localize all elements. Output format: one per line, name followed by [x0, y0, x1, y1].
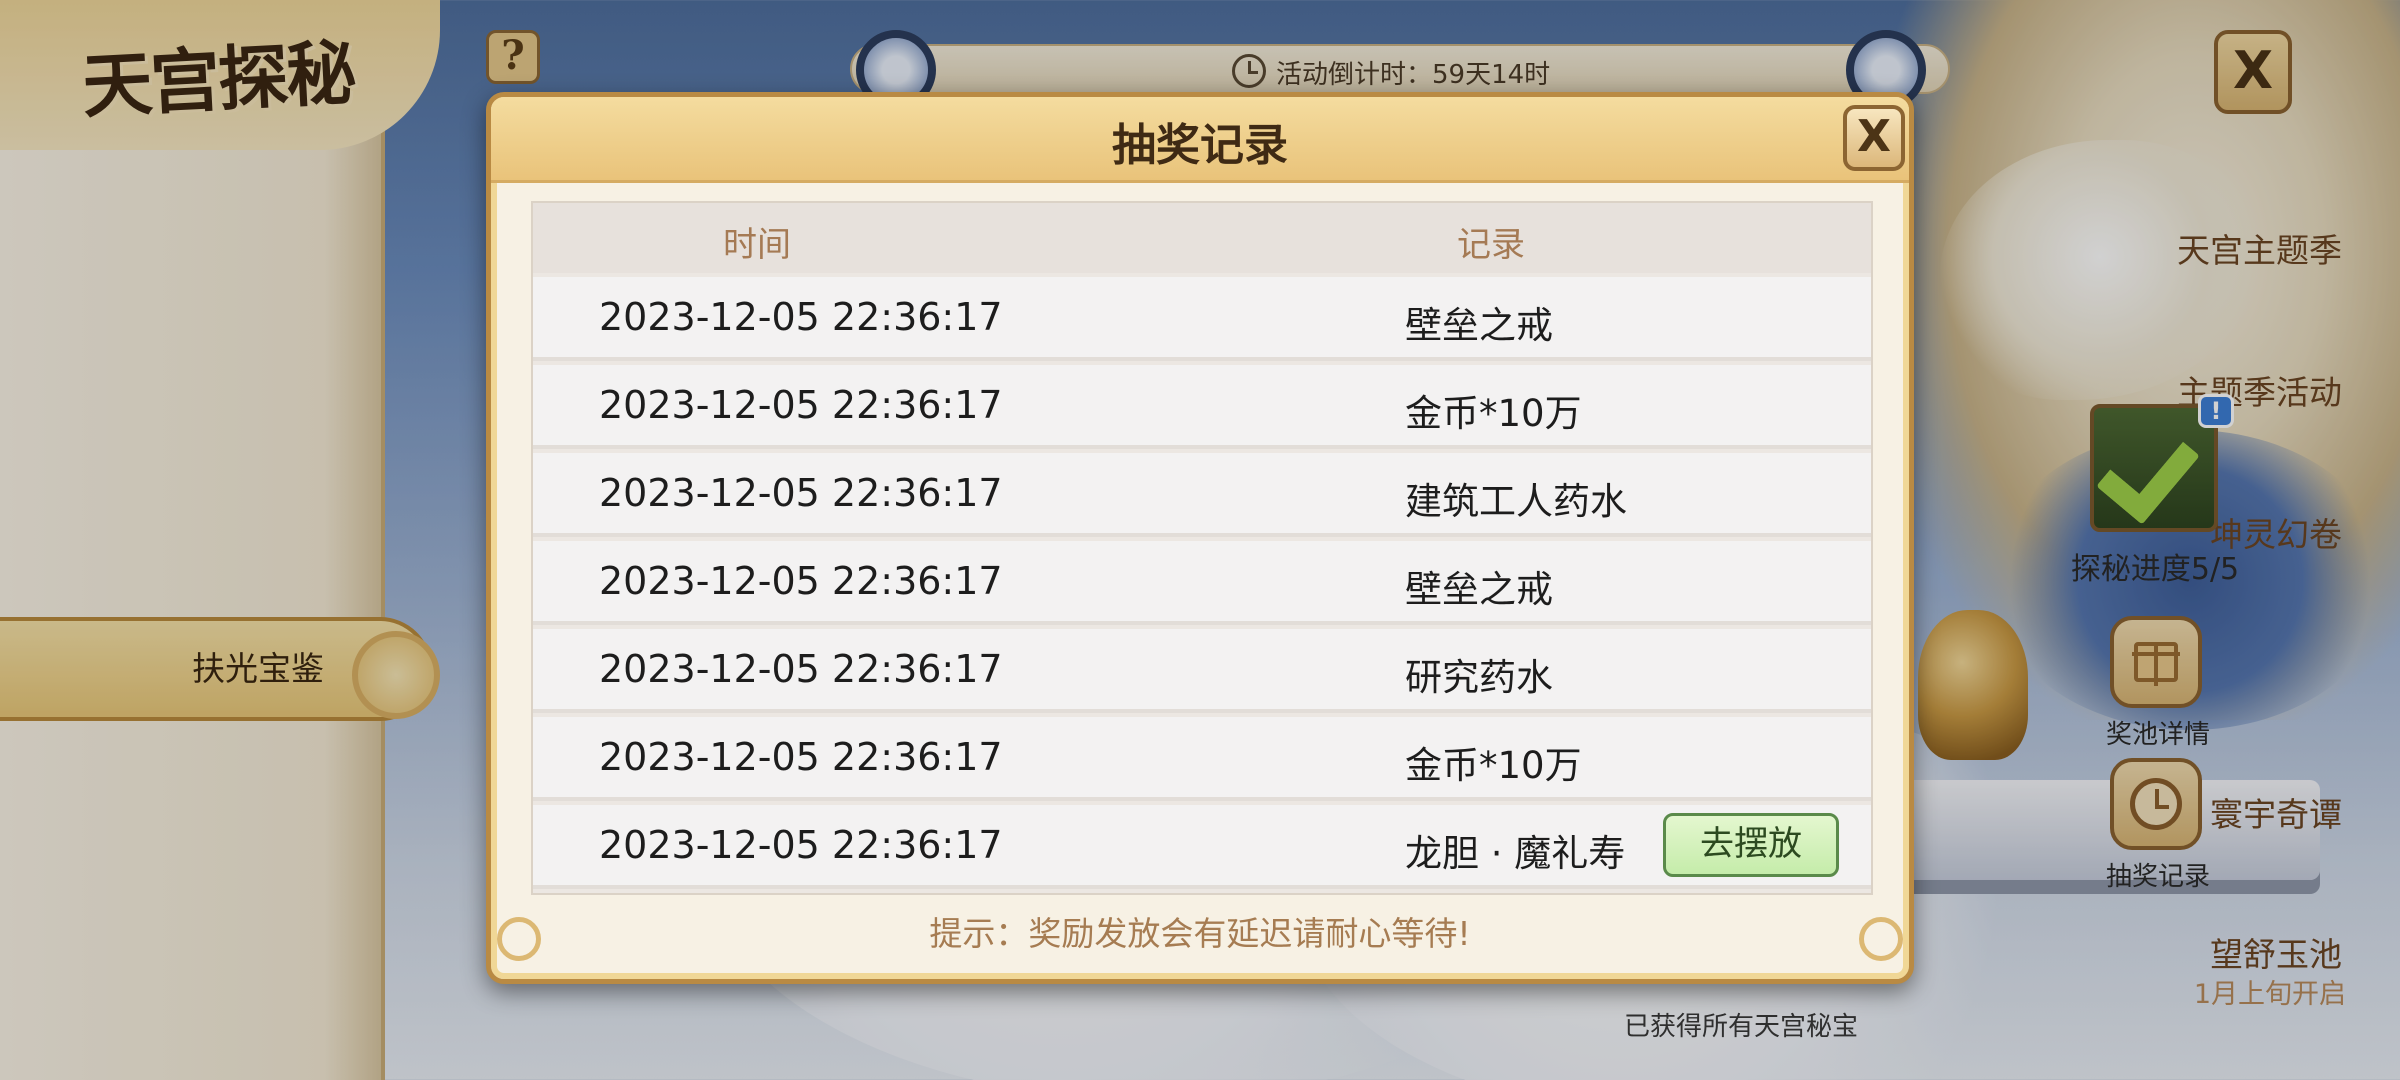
corner-ornament [1859, 917, 1903, 961]
draw-record-dialog: 抽奖记录 X 时间 记录 2023-12-05 22:36:17 壁垒之戒 20… [486, 92, 1914, 984]
table-row: 2023-12-05 22:36:17 金币*10万 [533, 365, 1871, 449]
table-row: 2023-12-05 22:36:17 壁垒之戒 [533, 277, 1871, 361]
table-row: 2023-12-05 22:36:17 研究药水 [533, 629, 1871, 713]
row-record: 金币*10万 [1405, 744, 1582, 787]
row-time: 2023-12-05 22:36:17 [599, 735, 1003, 779]
row-time: 2023-12-05 22:36:17 [599, 383, 1003, 427]
column-header-record: 记录 [1457, 225, 1525, 265]
table-header: 时间 记录 [533, 203, 1871, 273]
delay-tip: 提示：奖励发放会有延迟请耐心等待! [929, 914, 1471, 953]
dialog-header: 抽奖记录 X [491, 97, 1909, 183]
row-record: 壁垒之戒 [1405, 304, 1553, 347]
row-record: 研究药水 [1405, 656, 1553, 699]
row-record: 龙胆 · 魔礼寿 [1405, 832, 1626, 875]
place-item-button[interactable]: 去摆放 [1663, 813, 1839, 877]
corner-ornament [497, 917, 541, 961]
row-time: 2023-12-05 22:36:17 [599, 471, 1003, 515]
row-record: 金币*10万 [1405, 392, 1582, 435]
table-row: 2023-12-05 22:36:17 建筑工人药水 [533, 453, 1871, 537]
column-header-time: 时间 [723, 225, 791, 265]
table-row: 2023-12-05 22:36:17 金币*10万 [533, 717, 1871, 801]
row-time: 2023-12-05 22:36:17 [599, 295, 1003, 339]
row-record: 壁垒之戒 [1405, 568, 1553, 611]
table-row: 2023-12-05 22:36:17 龙胆 · 魔礼寿 去摆放 [533, 805, 1871, 889]
row-time: 2023-12-05 22:36:17 [599, 823, 1003, 867]
row-time: 2023-12-05 22:36:17 [599, 647, 1003, 691]
dialog-close-icon[interactable]: X [1843, 105, 1905, 171]
table-row: 2023-12-05 22:36:17 壁垒之戒 [533, 541, 1871, 625]
dialog-title: 抽奖记录 [1112, 120, 1288, 171]
record-table: 时间 记录 2023-12-05 22:36:17 壁垒之戒 2023-12-0… [531, 201, 1873, 895]
row-record: 建筑工人药水 [1405, 480, 1627, 523]
row-time: 2023-12-05 22:36:17 [599, 559, 1003, 603]
